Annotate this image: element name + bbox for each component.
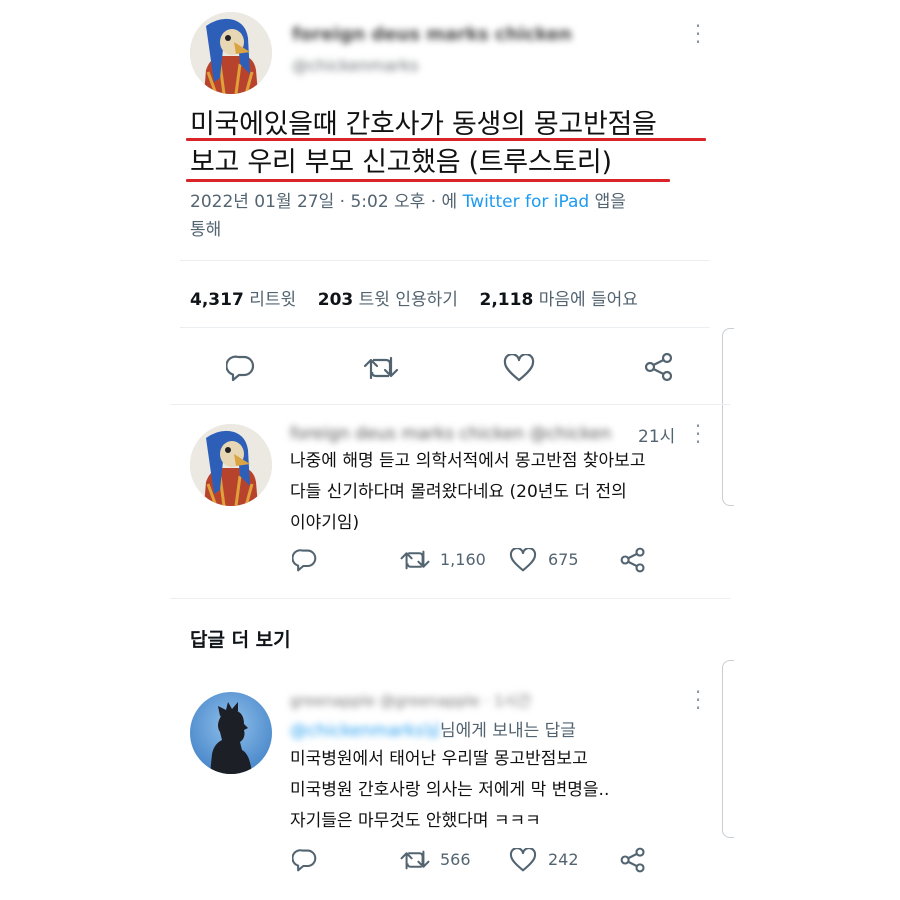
share-icon[interactable] [642,350,676,384]
reply1-like-count: 675 [548,550,579,569]
divider [170,598,730,599]
reply2-like-count: 242 [548,850,579,869]
reply1-author-avatar[interactable] [190,424,272,506]
like-icon[interactable] [508,846,538,874]
reply2-text-line2: 미국병원 간호사랑 의사는 저에게 막 변명을.. [290,780,610,800]
tweet-client-link[interactable]: Twitter for iPad [463,192,590,212]
divider [180,327,710,328]
reply1-retweet-count: 1,160 [440,550,486,569]
divider [180,260,710,261]
reply2-text: 미국병원에서 태어난 우리딸 몽고반점보고 미국병원 간호사랑 의사는 저에게 … [290,744,609,837]
retweets-stat[interactable]: 4,317 리트윗 [190,290,296,310]
more-replies-title: 답글 더 보기 [190,629,291,651]
more-icon[interactable]: · · · [693,16,703,52]
more-icon[interactable]: · · · [693,416,703,452]
reply2-retweet-count: 566 [440,850,471,869]
reply1-author-name[interactable]: foreign deus marks chicken @chicken [290,424,611,444]
reply2-reply-to-label: 님에게 보내는 답글 [439,721,576,741]
reply1-time: 21시 [638,427,676,447]
more-icon[interactable]: · · · [693,682,703,718]
divider [170,404,730,405]
reply-icon[interactable] [290,846,320,874]
main-author-name[interactable]: foreign deus marks chicken [292,24,572,45]
like-icon[interactable] [502,352,536,384]
tweet-client-suffix: 앱을 [589,192,626,212]
retweet-icon[interactable] [361,352,401,384]
reply2-reply-to-handle[interactable]: @chickenmarks님 [290,716,440,741]
share-icon[interactable] [618,545,648,575]
reply2-text-line3: 자기들은 마무것도 안했다며 ㅋㅋㅋ [290,811,541,831]
reply1-text: 나중에 해명 듣고 의학서적에서 몽고반점 찾아보고 다들 신기하다며 몰려왔다… [290,446,645,539]
like-icon[interactable] [508,546,538,574]
highlight-underline [186,179,670,182]
scrollbar-edge[interactable] [722,328,734,506]
reply1-text-line3: 이야기임) [290,513,360,533]
likes-stat[interactable]: 2,118 마음에 들어요 [480,290,638,310]
reply2-text-line1: 미국병원에서 태어난 우리딸 몽고반점보고 [290,749,588,769]
reply2-author-name[interactable]: greenapple @greenapple · 1시간 [290,690,531,711]
reply2-reply-to: @chickenmarks님님에게 보내는 답글 [290,716,576,741]
main-author-avatar[interactable] [190,12,272,94]
reply2-author-avatar[interactable] [190,692,272,774]
reply1-text-line2: 다들 신기하다며 몰려왔다네요 (20년도 더 전의 [290,482,627,502]
reply-icon[interactable] [290,546,320,574]
quotes-stat[interactable]: 203 트윗 인용하기 [318,290,458,310]
engagement-stats: 4,317 리트윗 203 트윗 인용하기 2,118 마음에 들어요 [190,285,638,310]
retweet-icon[interactable] [398,846,432,874]
tweet-timestamp: 2022년 01월 27일 · 5:02 오후 · 에 [190,192,463,212]
reply1-text-line1: 나중에 해명 듣고 의학서적에서 몽고반점 찾아보고 [290,451,646,471]
scrollbar-edge[interactable] [722,660,734,838]
tweet-client-suffix-2: 통해 [190,220,222,240]
tweet-meta: 2022년 01월 27일 · 5:02 오후 · 에 Twitter for … [190,188,710,244]
share-icon[interactable] [618,845,648,875]
reply-icon[interactable] [224,352,258,384]
main-author-handle[interactable]: @chickenmarks [292,56,418,75]
retweet-icon[interactable] [398,546,432,574]
